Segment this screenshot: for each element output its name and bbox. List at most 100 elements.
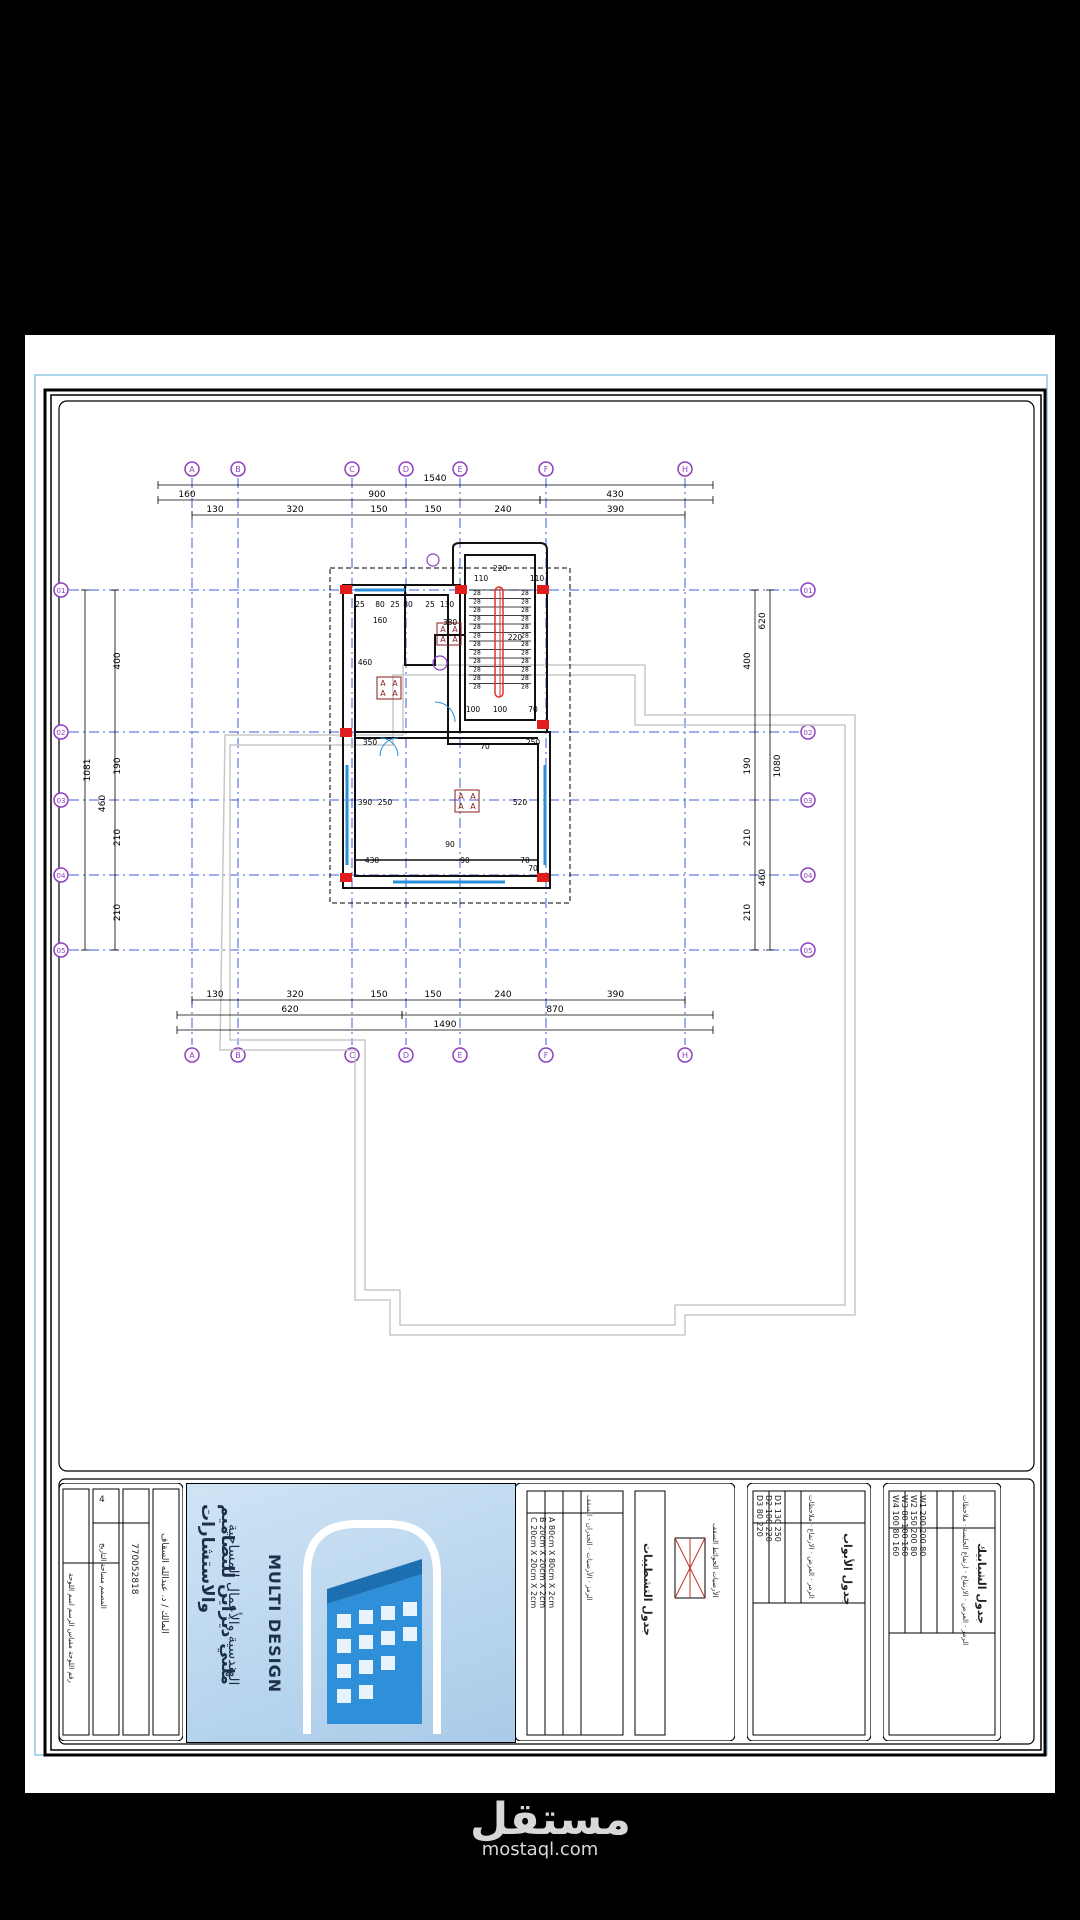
structural-column xyxy=(340,873,352,882)
stair-step-label: 28 xyxy=(473,607,481,614)
room-dimension: 110 xyxy=(530,574,545,583)
structural-column xyxy=(340,585,352,594)
dimension-label: 190 xyxy=(743,757,753,774)
dimension-label: 870 xyxy=(546,1005,563,1015)
dimension-label: 620 xyxy=(758,612,768,629)
sheet-number: 4 xyxy=(99,1495,105,1505)
finish-tag-label: A xyxy=(392,679,398,688)
dimension-label: 210 xyxy=(743,904,753,921)
finish-tag-label: A xyxy=(470,792,476,801)
dimension-label: 900 xyxy=(368,490,385,500)
grid-bubble-label: F xyxy=(544,465,549,474)
dimension-label: 210 xyxy=(113,904,123,921)
doors-schedule: D1 130 250 D2 100 220 D3 80 220 الرمز · … xyxy=(747,1483,871,1741)
door-row: D3 80 220 xyxy=(755,1495,764,1537)
finish-row: A 80cm X 80cm X 2cm xyxy=(547,1517,556,1609)
stair-step-label: 28 xyxy=(521,684,529,691)
dimension-label: 1081 xyxy=(83,759,93,782)
room-dimension: 350 xyxy=(363,738,378,747)
finish-tag-label: A xyxy=(452,635,458,644)
window-row: W1 200 200 80 xyxy=(918,1495,927,1557)
sheet-info-block: 4 770052818 المالك / د. عبدالله السقاف ر… xyxy=(59,1483,183,1741)
dimension-label: 1490 xyxy=(434,1020,457,1030)
finish-tag-label: A xyxy=(458,802,464,811)
stair-step-label: 28 xyxy=(473,624,481,631)
room-dimension: 430 xyxy=(365,856,380,865)
grid-bubble-label: 01 xyxy=(804,587,813,595)
room-dimension: 130 xyxy=(440,600,455,609)
windows-schedule-title: جدول الشبابيك xyxy=(975,1543,988,1625)
dimension-label: 160 xyxy=(178,490,195,500)
grid-bubble-label: F xyxy=(544,1051,549,1060)
grid-bubble-label: 02 xyxy=(804,729,813,737)
stair-step-label: 28 xyxy=(473,650,481,657)
stair-step-label: 28 xyxy=(473,616,481,623)
dimension-label: 150 xyxy=(424,990,441,1000)
stair-step-label: 28 xyxy=(473,599,481,606)
structural-column xyxy=(537,585,549,594)
room-dimension: 520 xyxy=(513,798,528,807)
stair-step-label: 28 xyxy=(473,590,481,597)
watermark-arabic: مستقل xyxy=(470,1794,631,1845)
room-dimension: 380 xyxy=(443,618,458,627)
grid-bubble-label: 05 xyxy=(57,947,66,955)
room-dimension: 100 xyxy=(466,705,481,714)
stair-step-label: 28 xyxy=(473,684,481,691)
dimension-label: 240 xyxy=(494,990,511,1000)
room-dimension: 390 xyxy=(358,798,373,807)
finish-row: C 20cm X 20cm X 2cm xyxy=(529,1517,538,1609)
finish-tag-label: A xyxy=(458,792,464,801)
stair-step-label: 28 xyxy=(521,650,529,657)
windows-schedule: W1 200 200 80 W2 150 200 80 W3 80 100 16… xyxy=(883,1483,1001,1741)
finishes-rows: A 80cm X 80cm X 2cm B 20cm X 20cm X 2cm … xyxy=(529,1517,556,1608)
room-dimension: 250 xyxy=(378,798,393,807)
owner-label: المالك / د. عبدالله السقاف xyxy=(159,1533,169,1634)
window-marker xyxy=(426,553,440,567)
grid-bubble-label: 03 xyxy=(804,797,813,805)
stair-step-label: 28 xyxy=(473,675,481,682)
grid-bubble-label: H xyxy=(682,465,688,474)
dimension-label: 150 xyxy=(424,505,441,515)
logo-latin: MULTI DESIGN xyxy=(265,1554,284,1694)
grid-bubble-label: D xyxy=(403,465,409,474)
watermark: مستقل mostaql.com xyxy=(470,1794,631,1860)
room-dimension: 220 xyxy=(493,564,508,573)
grid-layer: AABBCCDDEEFFHH01 0102 0203 0304 0405 05 xyxy=(53,461,816,1063)
door-row: D2 100 220 xyxy=(764,1495,773,1542)
dimension-label: 150 xyxy=(370,990,387,1000)
windows-rows: W1 200 200 80 W2 150 200 80 W3 80 100 16… xyxy=(891,1495,927,1556)
stair-step-label: 28 xyxy=(521,624,529,631)
room-dimension: 25 xyxy=(390,600,400,609)
grid-bubble-label: E xyxy=(457,465,462,474)
sheet-labels-2: المصمم مساحة التاريخ xyxy=(99,1543,107,1609)
structural-column xyxy=(537,873,549,882)
stair-step-label: 28 xyxy=(473,633,481,640)
stair-step-label: 28 xyxy=(521,599,529,606)
structural-column xyxy=(340,728,352,737)
finish-tag-label: A xyxy=(380,679,386,688)
dimension-label: 400 xyxy=(113,652,123,669)
dimension-label: 130 xyxy=(206,990,223,1000)
room-dimension: 25 xyxy=(355,600,365,609)
dimension-label: 430 xyxy=(606,490,623,500)
windows-header: الرمز · العرض · الارتفاع · ارتفاع الجلسة… xyxy=(961,1495,969,1646)
grid-bubble-label: 03 xyxy=(57,797,66,805)
door-swing xyxy=(434,701,456,723)
company-logo-panel: ملتي ديزاين للتصاميم والاستشارات الهندسي… xyxy=(186,1483,516,1743)
finishes-schedule: A 80cm X 80cm X 2cm B 20cm X 20cm X 2cm … xyxy=(515,1483,735,1741)
dimension-label: 190 xyxy=(113,757,123,774)
dimension-label: 320 xyxy=(286,505,303,515)
grid-bubble-label: 04 xyxy=(804,872,813,880)
grid-bubble-label: 04 xyxy=(57,872,66,880)
dimension-label: 390 xyxy=(607,505,624,515)
stair-step-label: 28 xyxy=(521,607,529,614)
dimension-label: 320 xyxy=(286,990,303,1000)
stair-step-label: 28 xyxy=(521,616,529,623)
room-dimension: 80 xyxy=(375,600,385,609)
window-row: W2 150 200 80 xyxy=(909,1495,918,1557)
finishes-header: الرمز · الأرضيات · الجدران · السقف xyxy=(585,1495,593,1601)
finish-row: B 20cm X 20cm X 2cm xyxy=(538,1517,547,1609)
grid-bubble-label: A xyxy=(189,1051,195,1060)
window-row: W4 100 80 160 xyxy=(891,1495,900,1557)
stair-step-label: 28 xyxy=(521,641,529,648)
